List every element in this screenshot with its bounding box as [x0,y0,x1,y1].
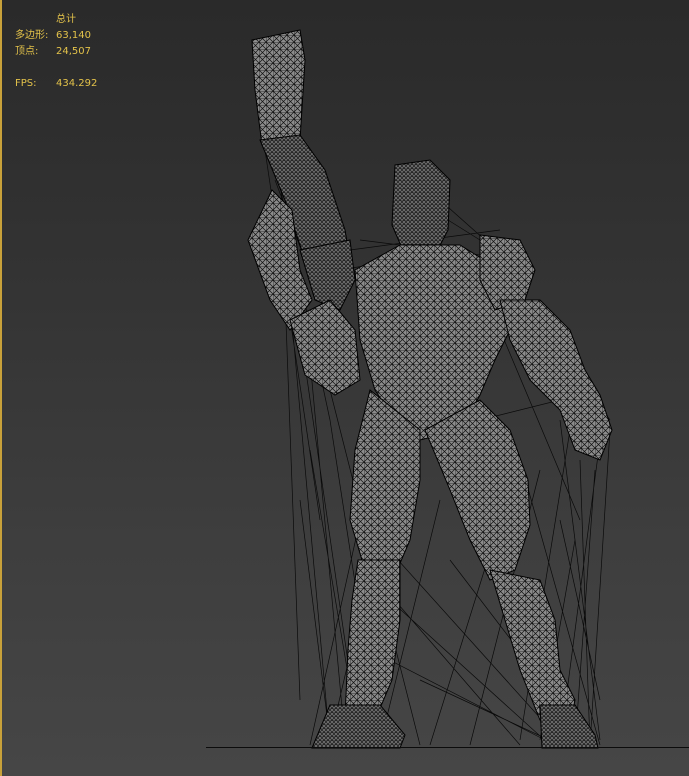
legs-mesh [311,389,599,749]
head-mesh [391,159,451,256]
viewport-perspective[interactable]: 总计 多边形: 63,140 顶点: 24,507 FPS: 434.292 [0,0,689,776]
wireframe-character-model[interactable] [0,0,689,776]
arm-lowered-mesh [499,299,613,461]
ground-line [206,747,689,748]
